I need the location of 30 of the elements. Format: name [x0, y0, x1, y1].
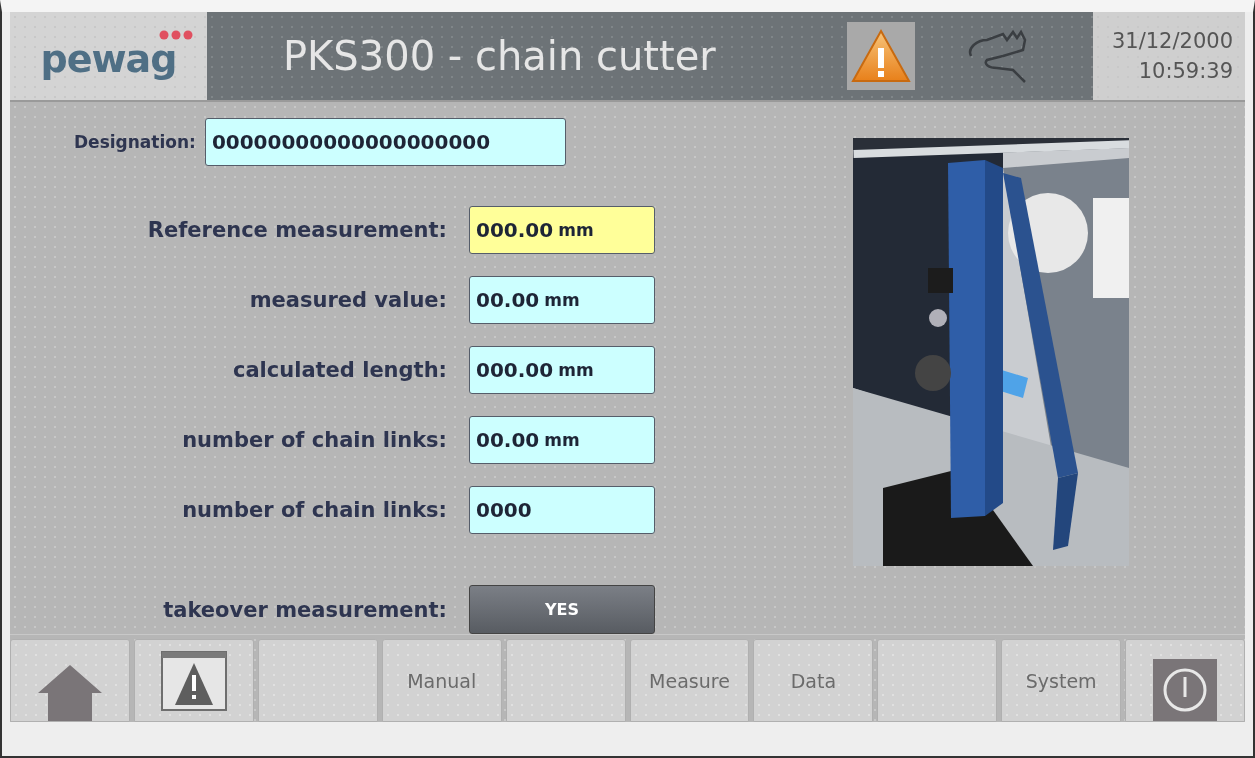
value-field[interactable]: 0000: [469, 486, 655, 534]
field-label: Reference measurement:: [147, 218, 447, 242]
value-field[interactable]: 00.00 mm: [469, 276, 655, 324]
field-label: measured value:: [249, 288, 447, 312]
power-button[interactable]: [1125, 639, 1246, 722]
time: 10:59:39: [1138, 59, 1233, 83]
home-button[interactable]: [10, 639, 130, 722]
field-label: calculated length:: [232, 358, 447, 382]
window-title: PKS300 - chain cutter: [283, 33, 717, 79]
warning-button[interactable]: [847, 22, 915, 90]
field-label: number of chain links:: [182, 428, 447, 452]
power-icon: [1153, 659, 1218, 721]
nav-button[interactable]: Manual: [381, 639, 502, 722]
field-label: Designation:: [74, 132, 196, 152]
alarm-button[interactable]: [133, 639, 254, 722]
warning-icon: [850, 28, 912, 84]
alarm-icon: [160, 650, 227, 711]
designation-field[interactable]: 00000000000000000000: [204, 118, 566, 166]
date: 31/12/2000: [1111, 29, 1233, 53]
yes-button[interactable]: YES: [469, 585, 655, 634]
value-field[interactable]: 000.00 mm: [469, 206, 655, 254]
logo: pewag: [40, 37, 177, 81]
nav-button[interactable]: System: [1001, 639, 1122, 722]
nav-button[interactable]: Measure: [629, 639, 750, 722]
field-label: takeover measurement:: [163, 597, 447, 622]
value-field[interactable]: 000.00 mm: [469, 346, 655, 394]
value-field[interactable]: 00.00 mm: [469, 416, 655, 464]
nav-button[interactable]: Data: [753, 639, 874, 722]
dots-icon: [159, 30, 193, 40]
field-label: number of chain links:: [182, 498, 447, 522]
